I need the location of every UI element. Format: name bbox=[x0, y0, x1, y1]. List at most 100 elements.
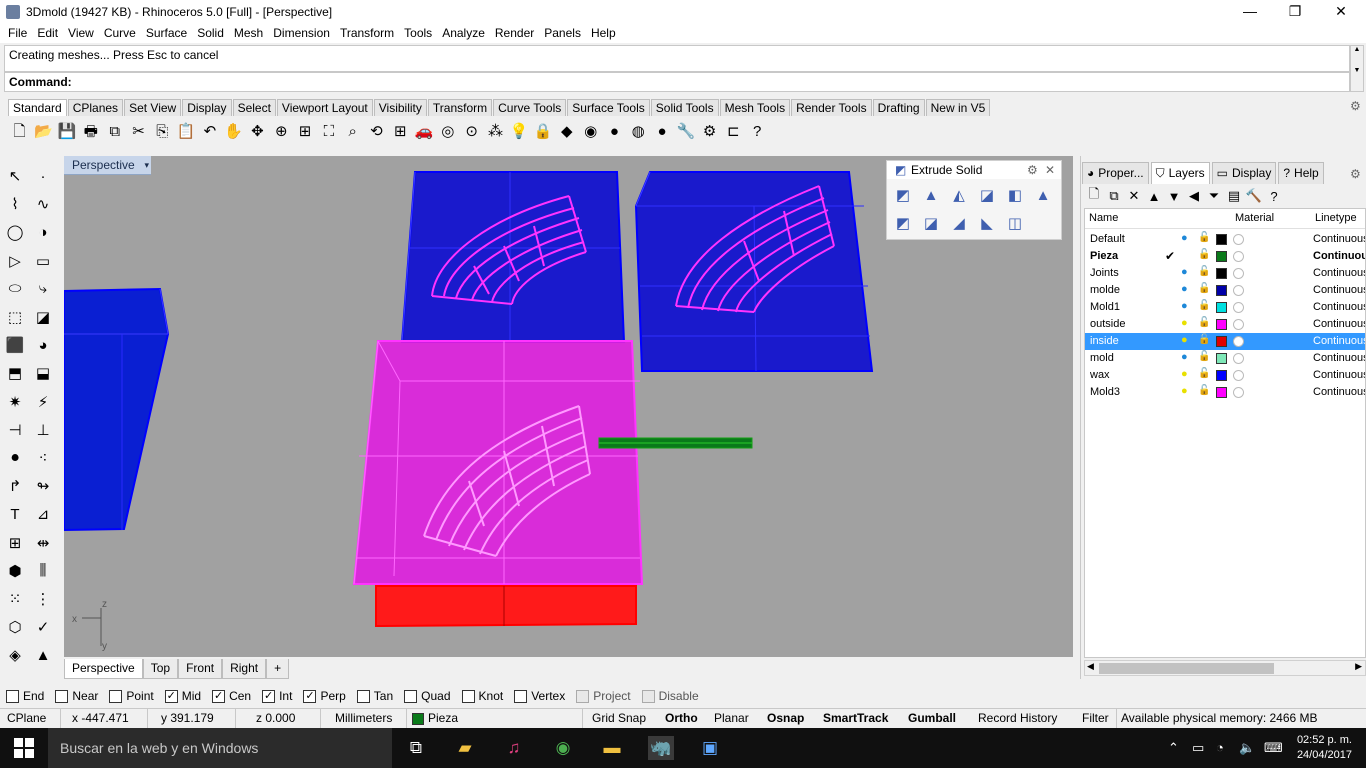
panel-tab-display[interactable]: ▭ Display bbox=[1211, 162, 1277, 184]
layer-name[interactable]: Mold1 bbox=[1090, 301, 1120, 313]
planar-toggle[interactable]: Planar bbox=[714, 711, 749, 725]
layer-row[interactable]: Mold1 ● 🔓 Continuous bbox=[1085, 299, 1365, 316]
add-viewport-tab[interactable]: + bbox=[266, 659, 290, 679]
check-icon[interactable]: ✓ bbox=[31, 615, 55, 639]
viewport-menu-icon[interactable]: ▾ bbox=[144, 156, 149, 174]
viewport-tab-top[interactable]: Top bbox=[142, 659, 179, 679]
battery-icon[interactable]: ▭ bbox=[1192, 740, 1204, 756]
extend-icon[interactable]: ⊏ bbox=[722, 119, 745, 143]
loft-icon[interactable]: ◪ bbox=[31, 305, 55, 329]
tab-new-in-v5[interactable]: New in V5 bbox=[925, 99, 991, 116]
split-icon[interactable]: ⊣ bbox=[3, 418, 27, 442]
layer-name[interactable]: inside bbox=[1090, 335, 1119, 347]
unlock-icon[interactable]: 🔓 bbox=[1198, 385, 1210, 396]
current-layer[interactable]: Pieza bbox=[428, 711, 458, 725]
layer-linetype[interactable]: Continuous bbox=[1313, 318, 1365, 330]
join-icon[interactable]: ⊥ bbox=[31, 418, 55, 442]
osnap-end[interactable]: End bbox=[6, 689, 44, 703]
mesh-surface-icon[interactable]: ⬓ bbox=[31, 361, 55, 385]
arc-icon[interactable]: ◑ bbox=[31, 220, 55, 244]
menu-render[interactable]: Render bbox=[491, 26, 540, 40]
app-task-icon[interactable]: ▣ bbox=[697, 736, 723, 760]
material-circle-icon[interactable] bbox=[1233, 302, 1244, 313]
itunes-icon[interactable]: ♫ bbox=[501, 736, 527, 760]
light-bulb-icon[interactable]: ● bbox=[1181, 266, 1188, 278]
units[interactable]: Millimeters bbox=[335, 711, 392, 725]
osnap-checkbox[interactable] bbox=[404, 689, 418, 703]
move-down-icon[interactable]: ▼ bbox=[1164, 189, 1184, 204]
material-circle-icon[interactable] bbox=[1233, 387, 1244, 398]
extrude-tool-icon[interactable]: ◢ bbox=[947, 211, 971, 235]
layer-name[interactable]: Default bbox=[1090, 233, 1125, 245]
rectangle-icon[interactable]: ▭ bbox=[31, 249, 55, 273]
layer-linetype[interactable]: Continuous bbox=[1313, 352, 1365, 364]
unlock-icon[interactable]: 🔓 bbox=[1198, 334, 1210, 345]
osnap-checkbox[interactable]: ✓ bbox=[303, 689, 317, 703]
tab-surface-tools[interactable]: Surface Tools bbox=[567, 99, 650, 116]
osnap-mid[interactable]: ✓ Mid bbox=[164, 689, 201, 703]
explode-icon[interactable]: ✷ bbox=[3, 390, 27, 414]
zoom-extents-icon[interactable]: ⛶ bbox=[317, 119, 340, 143]
select-arrow-icon[interactable]: ↖ bbox=[3, 164, 27, 188]
start-button[interactable] bbox=[14, 738, 34, 758]
layer-name[interactable]: outside bbox=[1090, 318, 1125, 330]
layer-color-swatch[interactable] bbox=[1216, 251, 1227, 262]
boolean-icon[interactable]: ◕ bbox=[31, 333, 55, 357]
panel-tab-help[interactable]: ? Help bbox=[1278, 162, 1324, 184]
tab-cplanes[interactable]: CPlanes bbox=[67, 99, 124, 116]
layer-row[interactable]: Joints ● 🔓 Continuous bbox=[1085, 265, 1365, 282]
ellipse-icon[interactable]: ⬭ bbox=[3, 277, 27, 301]
layer-row[interactable]: inside ● 🔓 Continuous bbox=[1085, 333, 1365, 350]
minimize-button[interactable]: — bbox=[1227, 0, 1273, 23]
tray-chevron-icon[interactable]: ⌃ bbox=[1168, 740, 1179, 756]
extrude-gear-icon[interactable]: ⚙ bbox=[1027, 161, 1038, 179]
light-bulb-icon[interactable]: ● bbox=[1181, 385, 1188, 397]
zoom-selected-icon[interactable]: ⌕ bbox=[341, 119, 364, 143]
viewport-tab-perspective[interactable]: Perspective bbox=[64, 659, 143, 679]
move-parent-icon[interactable]: ◀ bbox=[1184, 188, 1204, 204]
light-bulb-icon[interactable]: ● bbox=[1181, 232, 1188, 244]
material-circle-icon[interactable] bbox=[1233, 370, 1244, 381]
extrude-tool-icon[interactable]: ◪ bbox=[975, 183, 999, 207]
osnap-disable[interactable]: Disable bbox=[641, 689, 699, 703]
menu-analyze[interactable]: Analyze bbox=[438, 26, 491, 40]
tab-drafting[interactable]: Drafting bbox=[872, 99, 925, 116]
point-icon[interactable]: · bbox=[31, 164, 55, 188]
print-icon[interactable]: 🖶 bbox=[79, 119, 102, 143]
column-material[interactable]: Material bbox=[1235, 212, 1274, 224]
taskbar-search[interactable]: Buscar en la web y en Windows bbox=[48, 728, 392, 768]
extrude-tool-icon[interactable]: ◣ bbox=[975, 211, 999, 235]
copy-icon[interactable]: ⎘ bbox=[151, 119, 174, 143]
circle-icon[interactable]: ◯ bbox=[3, 220, 27, 244]
light-bulb-icon[interactable]: ● bbox=[1181, 283, 1188, 295]
menu-mesh[interactable]: Mesh bbox=[230, 26, 269, 40]
osnap-int[interactable]: ✓ Int bbox=[262, 689, 292, 703]
box-icon[interactable]: ⬛ bbox=[3, 333, 27, 357]
lock-icon[interactable]: 🔒 bbox=[532, 119, 555, 143]
extrude-tool-icon[interactable]: ◩ bbox=[891, 211, 915, 235]
tools-icon[interactable]: 🔨 bbox=[1244, 188, 1264, 204]
rotate-3d-icon[interactable]: ⟲ bbox=[365, 119, 388, 143]
taskbar-clock[interactable]: 02:52 p. m. 24/04/2017 bbox=[1297, 733, 1352, 763]
unlock-icon[interactable]: 🔓 bbox=[1198, 368, 1210, 379]
unlock-icon[interactable]: 🔓 bbox=[1198, 232, 1210, 243]
material-circle-icon[interactable] bbox=[1233, 285, 1244, 296]
dimension-icon[interactable]: ⊿ bbox=[31, 502, 55, 526]
layer-linetype[interactable]: Continuous bbox=[1313, 233, 1365, 245]
extrude-tool-icon[interactable]: ◪ bbox=[919, 211, 943, 235]
layer-name[interactable]: mold bbox=[1090, 352, 1114, 364]
command-input[interactable]: Command: bbox=[4, 72, 1350, 92]
tab-transform[interactable]: Transform bbox=[427, 99, 493, 116]
light-bulb-icon[interactable]: ● bbox=[1181, 368, 1188, 380]
menu-tools[interactable]: Tools bbox=[400, 26, 438, 40]
layer-row[interactable]: Mold3 ● 🔓 Continuous bbox=[1085, 384, 1365, 401]
tab-solid-tools[interactable]: Solid Tools bbox=[650, 99, 719, 116]
osnap-checkbox[interactable] bbox=[55, 689, 69, 703]
layer-row[interactable]: Default ● 🔓 Continuous bbox=[1085, 231, 1365, 248]
points-icon[interactable]: ⁂ bbox=[484, 119, 507, 143]
osnap-checkbox[interactable] bbox=[109, 689, 123, 703]
osnap-tan[interactable]: Tan bbox=[356, 689, 393, 703]
light-bulb-icon[interactable]: 💡 bbox=[508, 119, 531, 143]
group-icon[interactable]: ⚫ bbox=[3, 446, 27, 470]
viewport-tab-right[interactable]: Right bbox=[222, 659, 267, 679]
